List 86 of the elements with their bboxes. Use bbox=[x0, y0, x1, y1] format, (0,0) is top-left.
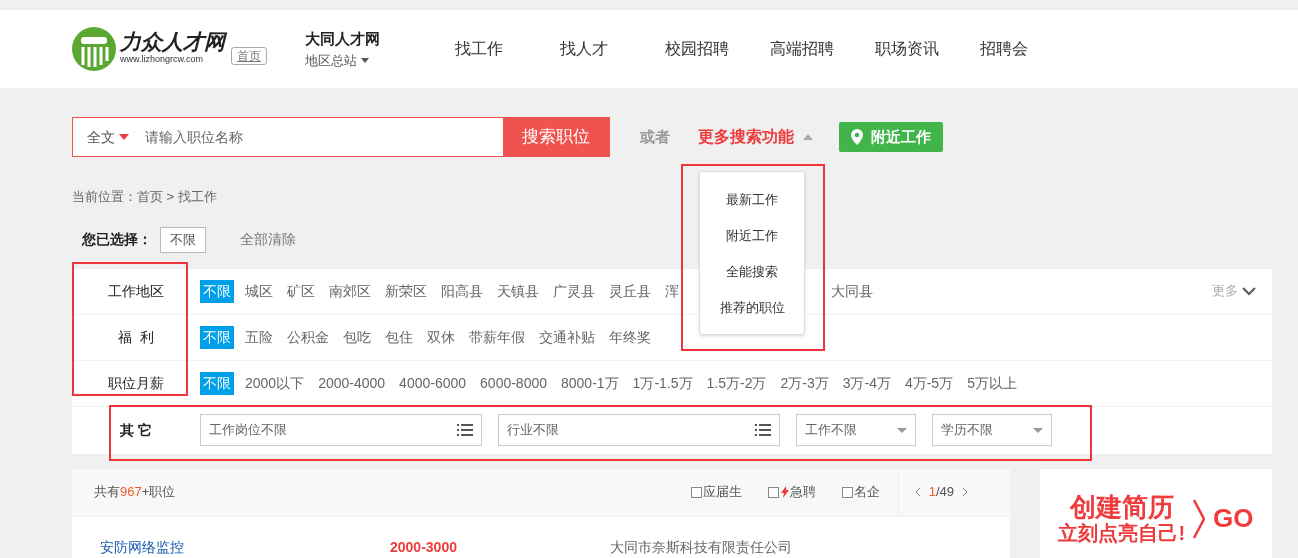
angle-bracket-icon bbox=[1193, 498, 1206, 539]
nav-link[interactable]: 校园招聘 bbox=[665, 37, 770, 61]
filter-label: 职位月薪 bbox=[107, 373, 165, 393]
filter-option[interactable]: 双休 bbox=[424, 325, 458, 349]
clear-all-link[interactable]: 全部清除 bbox=[240, 229, 296, 251]
salary-text: 2000-3000 bbox=[390, 538, 458, 557]
site-name: 大同人才网 bbox=[305, 29, 381, 49]
filter-checkbox[interactable]: 名企 bbox=[841, 482, 880, 502]
scope-dropdown[interactable]: 全文 bbox=[73, 126, 143, 148]
filter-option[interactable]: 南郊区 bbox=[326, 279, 374, 303]
filter-option[interactable]: 1万-1.5万 bbox=[629, 371, 696, 395]
filter-option[interactable]: 带薪年假 bbox=[466, 325, 528, 349]
filter-option[interactable]: 2000-4000 bbox=[315, 371, 389, 395]
caret-icon bbox=[361, 57, 369, 63]
location-pin-icon bbox=[851, 129, 863, 145]
breadcrumb: 当前位置：首页 > 找工作 bbox=[72, 189, 217, 204]
filter-checkbox[interactable]: 急聘 bbox=[767, 482, 816, 502]
filter-option[interactable]: 城区 bbox=[242, 279, 276, 303]
filter-option[interactable]: 灵丘县 bbox=[606, 279, 654, 303]
or-text: 或者 bbox=[640, 126, 670, 147]
select-field[interactable]: 学历不限 bbox=[932, 414, 1052, 446]
station-switcher[interactable]: 地区总站 bbox=[305, 50, 455, 70]
filter-option[interactable]: 包吃 bbox=[340, 325, 374, 349]
page-indicator: 1/49 bbox=[928, 483, 954, 502]
prev-page-icon bbox=[914, 487, 921, 497]
filter-option[interactable]: 年终奖 bbox=[606, 325, 654, 349]
menu-item[interactable]: 附近工作 bbox=[700, 218, 804, 254]
filter-option[interactable]: 天镇县 bbox=[494, 279, 542, 303]
logo-url: www.lizhongrcw.com bbox=[120, 53, 205, 66]
filter-option[interactable]: 公积金 bbox=[284, 325, 332, 349]
list-icon bbox=[457, 424, 473, 436]
result-count: 共有967+职位 bbox=[94, 483, 176, 502]
filter-option[interactable]: 广灵县 bbox=[550, 279, 598, 303]
filter-label: 福 利 bbox=[117, 327, 155, 347]
filter-option[interactable]: 6000-8000 bbox=[477, 371, 550, 395]
filter-option[interactable]: 大同县 bbox=[828, 279, 876, 303]
logo-text: 力众人才网 bbox=[120, 31, 225, 53]
filter-option[interactable]: 浑 bbox=[662, 279, 682, 303]
filter-option[interactable]: 3万-4万 bbox=[839, 371, 894, 395]
filter-label: 其 它 bbox=[119, 420, 153, 440]
nav-link[interactable]: 招聘会 bbox=[980, 37, 1085, 61]
selected-tag[interactable]: 不限 bbox=[160, 227, 206, 253]
caret-icon bbox=[119, 134, 129, 140]
menu-item[interactable]: 推荐的职位 bbox=[700, 290, 804, 326]
filter-option[interactable]: 阳高县 bbox=[438, 279, 486, 303]
filter-label: 工作地区 bbox=[107, 281, 165, 301]
filter-option[interactable]: 8000-1万 bbox=[558, 371, 622, 395]
nav-link[interactable]: 找工作 bbox=[455, 37, 560, 61]
banner-go-text: GO bbox=[1213, 502, 1254, 535]
filter-option[interactable]: 包住 bbox=[382, 325, 416, 349]
select-field[interactable]: 工作不限 bbox=[796, 414, 916, 446]
selection-label: 您已选择： bbox=[82, 230, 152, 250]
filter-option[interactable]: 五险 bbox=[242, 325, 276, 349]
filter-option[interactable]: 5万以上 bbox=[964, 371, 1020, 395]
banner-subline: 立刻点亮自己! bbox=[1058, 521, 1186, 544]
filter-checkbox[interactable]: 应届生 bbox=[690, 482, 742, 502]
resume-banner[interactable]: 创建简历 立刻点亮自己! GO bbox=[1040, 468, 1272, 558]
picker-field[interactable]: 行业不限 bbox=[498, 414, 780, 446]
filter-option[interactable]: 4万-5万 bbox=[901, 371, 957, 395]
filter-option[interactable]: 矿区 bbox=[284, 279, 318, 303]
search-bar[interactable]: 全文 请输入职位名称 搜索职位 bbox=[72, 117, 610, 157]
menu-item[interactable]: 最新工作 bbox=[700, 182, 804, 218]
filter-option[interactable]: 4000-6000 bbox=[396, 371, 470, 395]
nav-link[interactable]: 找人才 bbox=[560, 37, 665, 61]
filter-option[interactable]: 新荣区 bbox=[382, 279, 430, 303]
caret-icon bbox=[897, 427, 907, 433]
home-link[interactable]: 首页 bbox=[231, 47, 267, 65]
job-title-link[interactable]: 安防网络监控 bbox=[100, 537, 390, 558]
logo-icon bbox=[72, 27, 116, 71]
filter-option[interactable]: 1.5万-2万 bbox=[703, 371, 770, 395]
filter-option[interactable]: 交通补贴 bbox=[536, 325, 598, 349]
more-search-link[interactable]: 更多搜索功能 bbox=[698, 125, 794, 149]
nav-link[interactable]: 职场资讯 bbox=[875, 37, 980, 61]
next-page-icon bbox=[962, 487, 968, 497]
picker-field[interactable]: 工作岗位不限 bbox=[200, 414, 482, 446]
filter-option[interactable]: 2000以下 bbox=[242, 371, 308, 395]
company-name: 大同市奈斯科技有限责任公司 bbox=[610, 538, 792, 557]
list-icon bbox=[755, 424, 771, 436]
filter-option[interactable]: 2万-3万 bbox=[777, 371, 832, 395]
menu-item[interactable]: 全能搜索 bbox=[700, 254, 804, 290]
banner-headline: 创建简历 bbox=[1069, 493, 1175, 522]
lightning-icon bbox=[780, 486, 789, 498]
caret-icon bbox=[1033, 427, 1043, 433]
search-button[interactable]: 搜索职位 bbox=[503, 117, 609, 157]
chevron-down-icon bbox=[1242, 286, 1256, 296]
nav-link[interactable]: 高端招聘 bbox=[770, 37, 875, 61]
